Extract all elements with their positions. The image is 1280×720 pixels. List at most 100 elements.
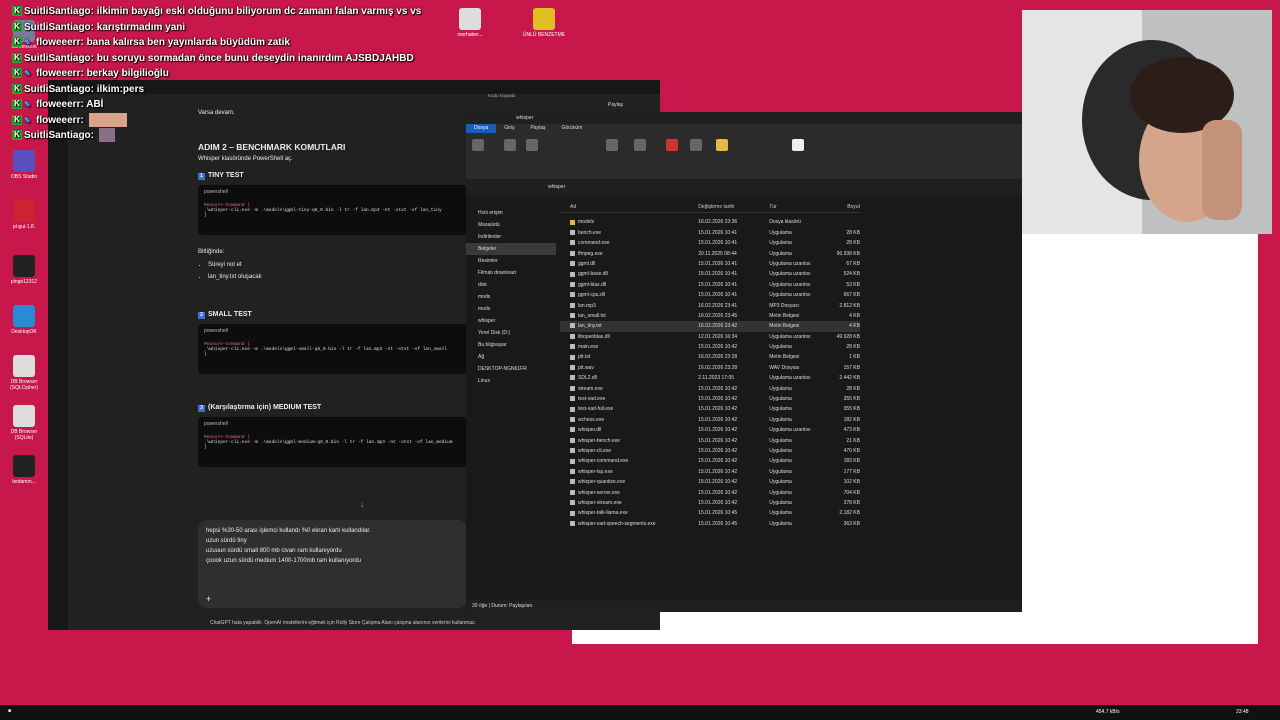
file-icon	[570, 292, 575, 298]
move-button[interactable]	[606, 139, 618, 152]
desktop-icon[interactable]: pl-gui-1.8.	[2, 200, 46, 230]
desktop-icon[interactable]: DesktopOK	[2, 305, 46, 335]
desktop-icon[interactable]: pinge12312	[2, 255, 46, 285]
desktop-icon[interactable]: ÜNLÜ BENZETME	[522, 8, 566, 38]
desktop-icon-label: pl-gui-1.8.	[12, 224, 36, 230]
file-row[interactable]: test-vad.exe 15.01.2026 10:42 Uygulama 355 …	[560, 394, 860, 404]
file-row[interactable]: whisper-cli.exe 15.01.2026 10:42 Uygulama 4…	[560, 446, 860, 456]
tab-home[interactable]: Giriş	[496, 124, 522, 133]
nav-item[interactable]: Hızlı erişim	[466, 207, 556, 219]
chat-username[interactable]: SuitliSantiago	[24, 84, 91, 95]
file-row[interactable]: whisper-vad-speech-segments.exe 15.01.202…	[560, 519, 860, 529]
file-row[interactable]: test-vad-full.exe 15.01.2026 10:42 Uygulam…	[560, 404, 860, 414]
file-row[interactable]: SDL2.dll 2.11.2023 17:05 Uygulama uzantısı…	[560, 373, 860, 383]
file-row[interactable]: whisper.dll 15.01.2026 10:42 Uygulama uzan…	[560, 425, 860, 435]
chat-username[interactable]: floweeerr	[36, 115, 80, 126]
tab-view[interactable]: Görünüm	[553, 124, 590, 133]
scroll-down-icon[interactable]: ↓	[360, 500, 364, 509]
file-date: 15.01.2026 10:41	[698, 240, 738, 247]
nav-item[interactable]: Yerel Disk (D:)	[466, 327, 556, 339]
nav-item[interactable]: mods	[466, 291, 556, 303]
paste-button[interactable]	[526, 139, 538, 152]
file-name-cell: ggml-blas.dll	[560, 280, 698, 290]
chat-username[interactable]: floweeerr	[36, 99, 80, 110]
copy-code-button[interactable]: Kodu kopyala	[488, 93, 515, 98]
copy-to-button[interactable]	[634, 139, 646, 152]
file-row[interactable]: ggml-blas.dll 15.01.2026 10:41 Uygulama uz…	[560, 280, 860, 290]
file-row[interactable]: lan_tiny.txt 16.02.2026 23:42 Metin Belges…	[560, 321, 860, 332]
delete-button[interactable]	[666, 139, 678, 152]
message-input[interactable]: hepsi %30-50 arası işlemci kullandı %0 e…	[198, 520, 468, 608]
chat-username[interactable]: SuitliSantiago	[24, 130, 91, 141]
file-row[interactable]: whisper-bench.exe 15.01.2026 10:42 Uygulam…	[560, 436, 860, 446]
desktop-icon[interactable]: bedamm...	[2, 455, 46, 485]
copy-button[interactable]	[504, 139, 516, 152]
tab-share[interactable]: Paylaş	[522, 124, 553, 133]
rename-button[interactable]	[690, 139, 702, 152]
file-row[interactable]: stream.exe 15.01.2026 10:42 Uygulama 28 KB	[560, 384, 860, 394]
chat-username[interactable]: SuitliSantiago	[24, 6, 91, 17]
file-row[interactable]: ggml.dll 15.01.2026 10:41 Uygulama uzantıs…	[560, 259, 860, 269]
nav-item[interactable]: Masaüstü	[466, 219, 556, 231]
file-row[interactable]: libopenblas.dll 12.01.2026 16:34 Uygulama …	[560, 332, 860, 342]
file-row[interactable]: wchess.exe 15.01.2026 10:42 Uygulama 182 KB	[560, 415, 860, 425]
nav-item[interactable]: Resimler	[466, 255, 556, 267]
file-row[interactable]: whisper-quantize.exe 15.01.2026 10:42 Uygu…	[560, 477, 860, 487]
address-bar[interactable]: whisper	[466, 179, 1022, 195]
file-row[interactable]: whisper-lsp.exe 15.01.2026 10:42 Uygulama 1…	[560, 467, 860, 477]
properties-button[interactable]	[792, 139, 804, 152]
chat-username[interactable]: floweeerr	[36, 37, 80, 48]
col-name[interactable]: Ad	[560, 202, 698, 212]
nav-item[interactable]: disk	[466, 279, 556, 291]
nav-item[interactable]: whisper	[466, 315, 556, 327]
file-row[interactable]: ggml-base.dll 15.01.2026 10:41 Uygulama uz…	[560, 269, 860, 279]
nav-item[interactable]: DESKTOP-NGN61FR	[466, 363, 556, 375]
file-name-cell: whisper-cli.exe	[560, 446, 698, 456]
desktop-icon[interactable]: DB Browser (SQLCipher)	[2, 355, 46, 391]
nav-item[interactable]: Filmatı download	[466, 267, 556, 279]
file-name-cell: SDL2.dll	[560, 373, 698, 383]
nav-item[interactable]: Belgeler	[466, 243, 556, 255]
share-button[interactable]: Paylaş	[608, 102, 623, 108]
desktop-icon[interactable]: DB Browser (SQLite)	[2, 405, 46, 441]
file-row[interactable]: main.exe 15.01.2026 10:42 Uygulama 28 KB	[560, 342, 860, 352]
file-name: whisper-bench.exe	[578, 437, 620, 444]
file-row[interactable]: models 16.02.2026 23:36 Dosya klasörü	[560, 217, 860, 227]
file-row[interactable]: ptt.wav 16.02.2026 23:28 WAV Dosyası 157 KB	[560, 363, 860, 373]
col-type[interactable]: Tür	[769, 202, 826, 212]
pin-button[interactable]	[472, 139, 484, 152]
file-row[interactable]: whisper-server.exe 15.01.2026 10:42 Uygula…	[560, 488, 860, 498]
file-row[interactable]: bench.exe 15.01.2026 10:41 Uygulama 28 KB	[560, 228, 860, 238]
file-row[interactable]: ggml-cpu.dll 15.01.2026 10:41 Uygulama uza…	[560, 290, 860, 300]
file-row[interactable]: lan_small.txt 16.02.2026 23:45 Metin Belge…	[560, 311, 860, 321]
file-date: 15.01.2026 10:45	[698, 510, 738, 517]
desktop-icon[interactable]: OBS Studio	[2, 150, 46, 180]
nav-item[interactable]: Bu bilgisayar	[466, 339, 556, 351]
file-row[interactable]: ffmpeg.exe 20.11.2025 08:44 Uygulama 96.938…	[560, 249, 860, 259]
file-row[interactable]: command.exe 15.01.2026 10:41 Uygulama 28 KB	[560, 238, 860, 248]
chat-username[interactable]: floweeerr	[36, 68, 80, 79]
file-row[interactable]: ptt.txt 16.02.2026 23:28 Metin Belgesi 1 KB	[560, 352, 860, 362]
input-line: uzun sürdü tiny	[206, 538, 247, 544]
nav-item[interactable]: Ağ	[466, 351, 556, 363]
plus-icon[interactable]: +	[206, 594, 211, 604]
file-row[interactable]: whisper-command.exe 15.01.2026 10:42 Uygul…	[560, 456, 860, 466]
col-date[interactable]: Değiştirme tarihi	[698, 202, 769, 212]
small-code[interactable]: powershell Measure-Command { .\whisper-c…	[198, 324, 468, 374]
file-row[interactable]: lan.mp3 16.02.2026 23:41 MP3 Dosyası 2.812 …	[560, 301, 860, 311]
file-row[interactable]: whisper-stream.exe 15.01.2026 10:42 Uygula…	[560, 498, 860, 508]
file-size: 1 KB	[849, 354, 860, 361]
file-type: Uygulama	[769, 344, 792, 351]
nav-item[interactable]: İndirilenler	[466, 231, 556, 243]
nav-item[interactable]: Linux	[466, 375, 556, 387]
medium-code[interactable]: powershell Measure-Command { .\whisper-c…	[198, 417, 468, 467]
tiny-code[interactable]: powershell Measure-Command { .\whisper-c…	[198, 185, 468, 235]
new-folder-button[interactable]	[716, 139, 728, 152]
nav-item[interactable]: mods	[466, 303, 556, 315]
chat-username[interactable]: SuitliSantiago	[24, 22, 91, 33]
chat-username[interactable]: SuitliSantiago	[24, 53, 91, 64]
file-name: lan_tiny.txt	[578, 323, 602, 330]
file-row[interactable]: whisper-talk-llama.exe 15.01.2026 10:45 Uy…	[560, 508, 860, 518]
col-size[interactable]: Boyut	[826, 202, 860, 212]
start-icon[interactable]: ■	[8, 708, 11, 714]
